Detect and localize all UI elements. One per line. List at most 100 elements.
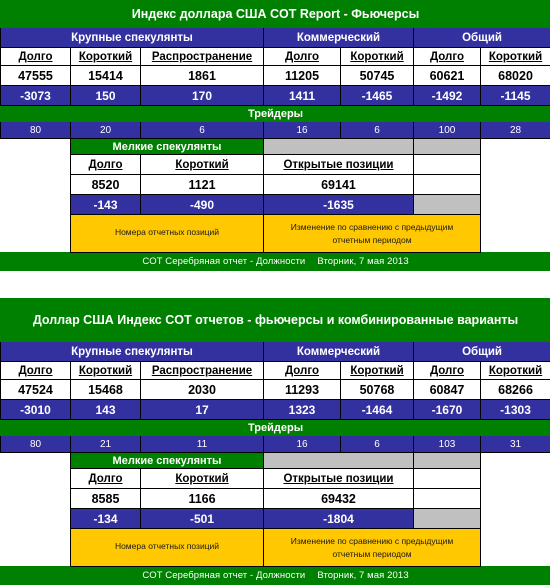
traders-total-long: 103 [414,436,481,453]
col-small-short: Короткий [141,469,264,489]
positions-row: 47524 15468 2030 11293 50768 60847 68266 [1,380,550,400]
legend-change-line2: отчетным периодом [264,548,480,560]
change-large-short: 150 [71,86,141,106]
traders-band-row: Трейдеры [1,106,550,122]
col-comm-short-label: Короткий [350,51,403,63]
spacer-left [1,215,71,253]
footer-row: COT Серебряная отчет - ДолжностиВторник,… [1,567,550,585]
value-total-short: 68020 [481,66,550,86]
footer-report-name: COT Серебряная отчет - Должности [142,570,305,581]
spacer-right [481,529,550,567]
change-large-long: -3073 [1,86,71,106]
col-comm-long: Долго [264,362,341,380]
report-footer: COT Серебряная отчет - ДолжностиВторник,… [1,253,550,271]
spacer-right [481,469,550,489]
value-small-short: 1166 [141,489,264,509]
legend-change-line1: Изменение по сравнению с предыдущим [264,221,480,233]
legend-positions: Номера отчетных позиций [71,529,264,567]
value-total-short: 68266 [481,380,550,400]
spacer-left [1,139,71,155]
value-small-long: 8585 [71,489,141,509]
col-large-long-label: Долго [18,51,52,63]
empty-cell-white [414,155,481,175]
change-small-long: -143 [71,195,141,215]
col-total-long-label: Долго [430,51,464,63]
value-total-long: 60847 [414,380,481,400]
value-comm-short: 50745 [341,66,414,86]
section-gap [0,271,550,298]
change-large-long: -3010 [1,400,71,420]
empty-cell-white [414,175,481,195]
col-large-long: Долго [1,48,71,66]
col-comm-long-label: Долго [285,51,319,63]
value-comm-short: 50768 [341,380,414,400]
traders-large-long: 80 [1,436,71,453]
change-open-interest: -1635 [264,195,414,215]
legend-row: Номера отчетных позиций Изменение по сра… [1,529,550,567]
value-large-spread: 2030 [141,380,264,400]
group-header-row: Крупные спекулянты Коммерческий Общий [1,342,550,362]
spacer-left [1,489,71,509]
changes-row: -3073 150 170 1411 -1465 -1492 -1145 [1,86,550,106]
traders-band-label: Трейдеры [1,106,550,122]
traders-large-spread: 6 [141,122,264,139]
spacer-left [1,509,71,529]
positions-row: 47555 15414 1861 11205 50745 60621 68020 [1,66,550,86]
spacer-right [481,155,550,175]
traders-large-short: 20 [71,122,141,139]
legend-change: Изменение по сравнению с предыдущим отче… [264,529,481,567]
report-footer: COT Серебряная отчет - ДолжностиВторник,… [1,567,550,585]
traders-total-short: 28 [481,122,550,139]
value-large-short: 15468 [71,380,141,400]
small-spec-values-row: 8585 1166 69432 [1,489,550,509]
change-large-spread: 170 [141,86,264,106]
col-small-short: Короткий [141,155,264,175]
small-spec-band-row: Мелкие спекулянты [1,453,550,469]
change-total-short: -1303 [481,400,550,420]
change-total-long: -1492 [414,86,481,106]
spacer-left [1,453,71,469]
spacer-left [1,529,71,567]
traders-large-short: 21 [71,436,141,453]
value-small-long: 8520 [71,175,141,195]
empty-cell-white [414,469,481,489]
group-total: Общий [414,28,550,48]
col-small-short-label: Короткий [175,473,228,485]
col-total-long: Долго [414,362,481,380]
col-total-short-label: Короткий [489,365,542,377]
spacer-right [481,453,550,469]
traders-comm-long: 16 [264,122,341,139]
small-spec-changes-row: -134 -501 -1804 [1,509,550,529]
col-total-long: Долго [414,48,481,66]
footer-row: COT Серебряная отчет - ДолжностиВторник,… [1,253,550,271]
spacer-right [481,215,550,253]
gray-filler-change [414,509,481,529]
change-large-spread: 17 [141,400,264,420]
small-spec-header-row: Долго Короткий Открытые позиции [1,469,550,489]
report-title: Индекс доллара США COT Report - Фьючерсы [1,1,550,28]
value-open-interest: 69432 [264,489,414,509]
col-large-spreading: Распространение [141,362,264,380]
value-open-interest: 69141 [264,175,414,195]
col-large-long-label: Долго [18,365,52,377]
changes-row: -3010 143 17 1323 -1464 -1670 -1303 [1,400,550,420]
small-spec-band-row: Мелкие спекулянты [1,139,550,155]
col-large-short-label: Короткий [79,51,132,63]
col-open-interest-label: Открытые позиции [283,473,393,485]
value-large-spread: 1861 [141,66,264,86]
value-comm-long: 11293 [264,380,341,400]
legend-change-line1: Изменение по сравнению с предыдущим [264,535,480,547]
report-title: Доллар США Индекс COT отчетов - фьючерсы… [1,299,550,342]
value-total-long: 60621 [414,66,481,86]
traders-comm-short: 6 [341,122,414,139]
legend-row: Номера отчетных позиций Изменение по сра… [1,215,550,253]
col-comm-short: Короткий [341,362,414,380]
column-header-row: Долго Короткий Распространение Долго Кор… [1,48,550,66]
traders-band-label: Трейдеры [1,420,550,436]
traders-count-row: 80 21 11 16 6 103 31 [1,436,550,453]
spacer-left [1,195,71,215]
group-total: Общий [414,342,550,362]
change-comm-short: -1465 [341,86,414,106]
cot-table-futures: Индекс доллара США COT Report - Фьючерсы… [0,0,550,271]
cot-report-page: Индекс доллара США COT Report - Фьючерсы… [0,0,550,585]
